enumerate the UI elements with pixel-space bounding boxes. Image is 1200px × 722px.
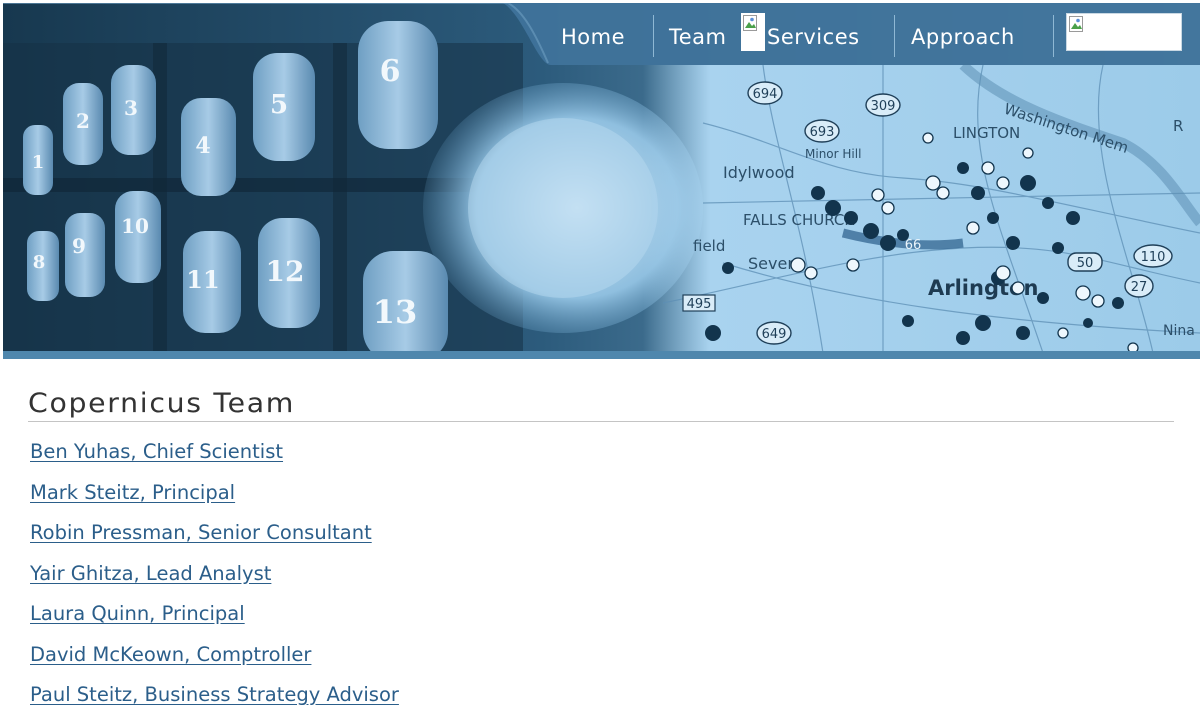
svg-text:8: 8: [33, 252, 46, 273]
svg-text:3: 3: [124, 96, 138, 120]
page-title: Copernicus Team: [28, 388, 296, 419]
svg-text:649: 649: [762, 327, 787, 342]
list-item: Yair Ghitza, Lead Analyst: [30, 560, 399, 601]
svg-text:50: 50: [1077, 256, 1094, 271]
title-divider: [28, 421, 1174, 422]
svg-text:495: 495: [687, 297, 712, 312]
list-item: Mark Steitz, Principal: [30, 479, 399, 520]
svg-text:6: 6: [380, 54, 401, 89]
nav-home-link[interactable]: Home: [561, 25, 625, 49]
svg-text:2: 2: [76, 109, 90, 133]
svg-text:309: 309: [871, 99, 896, 114]
svg-text:27: 27: [1131, 280, 1148, 295]
team-member-link[interactable]: Paul Steitz, Business Strategy Advisor: [30, 683, 399, 706]
svg-text:4: 4: [195, 133, 210, 159]
nav-approach-link[interactable]: Approach: [911, 25, 1015, 49]
svg-text:110: 110: [1141, 250, 1166, 265]
broken-image-icon: [741, 13, 765, 51]
svg-text:694: 694: [753, 87, 778, 102]
team-member-link[interactable]: Ben Yuhas, Chief Scientist: [30, 440, 283, 463]
svg-text:FALLS CHURCH: FALLS CHURCH: [743, 211, 856, 229]
list-item: Laura Quinn, Principal: [30, 600, 399, 641]
team-list: Ben Yuhas, Chief Scientist Mark Steitz, …: [30, 438, 399, 722]
svg-text:66: 66: [905, 238, 922, 253]
broken-image-glyph-icon: [743, 15, 757, 31]
svg-text:Seven: Seven: [748, 254, 797, 273]
svg-text:Idylwood: Idylwood: [723, 163, 795, 182]
svg-text:13: 13: [373, 293, 418, 331]
list-item: Ben Yuhas, Chief Scientist: [30, 438, 399, 479]
svg-text:Minor Hill: Minor Hill: [805, 147, 861, 161]
svg-text:9: 9: [72, 234, 86, 258]
broken-image-glyph-icon: [1069, 16, 1083, 32]
team-member-link[interactable]: David McKeown, Comptroller: [30, 643, 311, 666]
nav-logo-image[interactable]: [1066, 13, 1182, 51]
nav-separator: [653, 15, 654, 57]
header-banner: 694 309 693 50 110 27 649 495 66 Idylwoo…: [3, 3, 1200, 353]
svg-text:5: 5: [270, 90, 288, 120]
nav-team-link[interactable]: Team: [669, 25, 727, 49]
team-member-link[interactable]: Yair Ghitza, Lead Analyst: [30, 562, 271, 585]
banner-bottom-bar: [3, 351, 1200, 359]
team-member-link[interactable]: Mark Steitz, Principal: [30, 481, 235, 504]
nav-services-link[interactable]: Services: [767, 25, 860, 49]
svg-text:693: 693: [810, 125, 835, 140]
svg-text:Nina: Nina: [1163, 323, 1195, 339]
svg-text:R: R: [1173, 117, 1183, 135]
svg-text:11: 11: [186, 265, 219, 294]
team-member-link[interactable]: Laura Quinn, Principal: [30, 602, 245, 625]
svg-text:10: 10: [121, 214, 149, 238]
nav-separator: [1053, 15, 1054, 57]
nav-separator: [894, 15, 895, 57]
banner-image: 694 309 693 50 110 27 649 495 66 Idylwoo…: [3, 3, 1200, 353]
list-item: Paul Steitz, Business Strategy Advisor: [30, 681, 399, 722]
team-member-link[interactable]: Robin Pressman, Senior Consultant: [30, 521, 372, 544]
svg-text:1: 1: [32, 152, 45, 173]
list-item: David McKeown, Comptroller: [30, 641, 399, 682]
svg-text:12: 12: [266, 255, 305, 288]
list-item: Robin Pressman, Senior Consultant: [30, 519, 399, 560]
svg-text:LINGTON: LINGTON: [953, 124, 1020, 142]
svg-text:field: field: [693, 237, 725, 255]
